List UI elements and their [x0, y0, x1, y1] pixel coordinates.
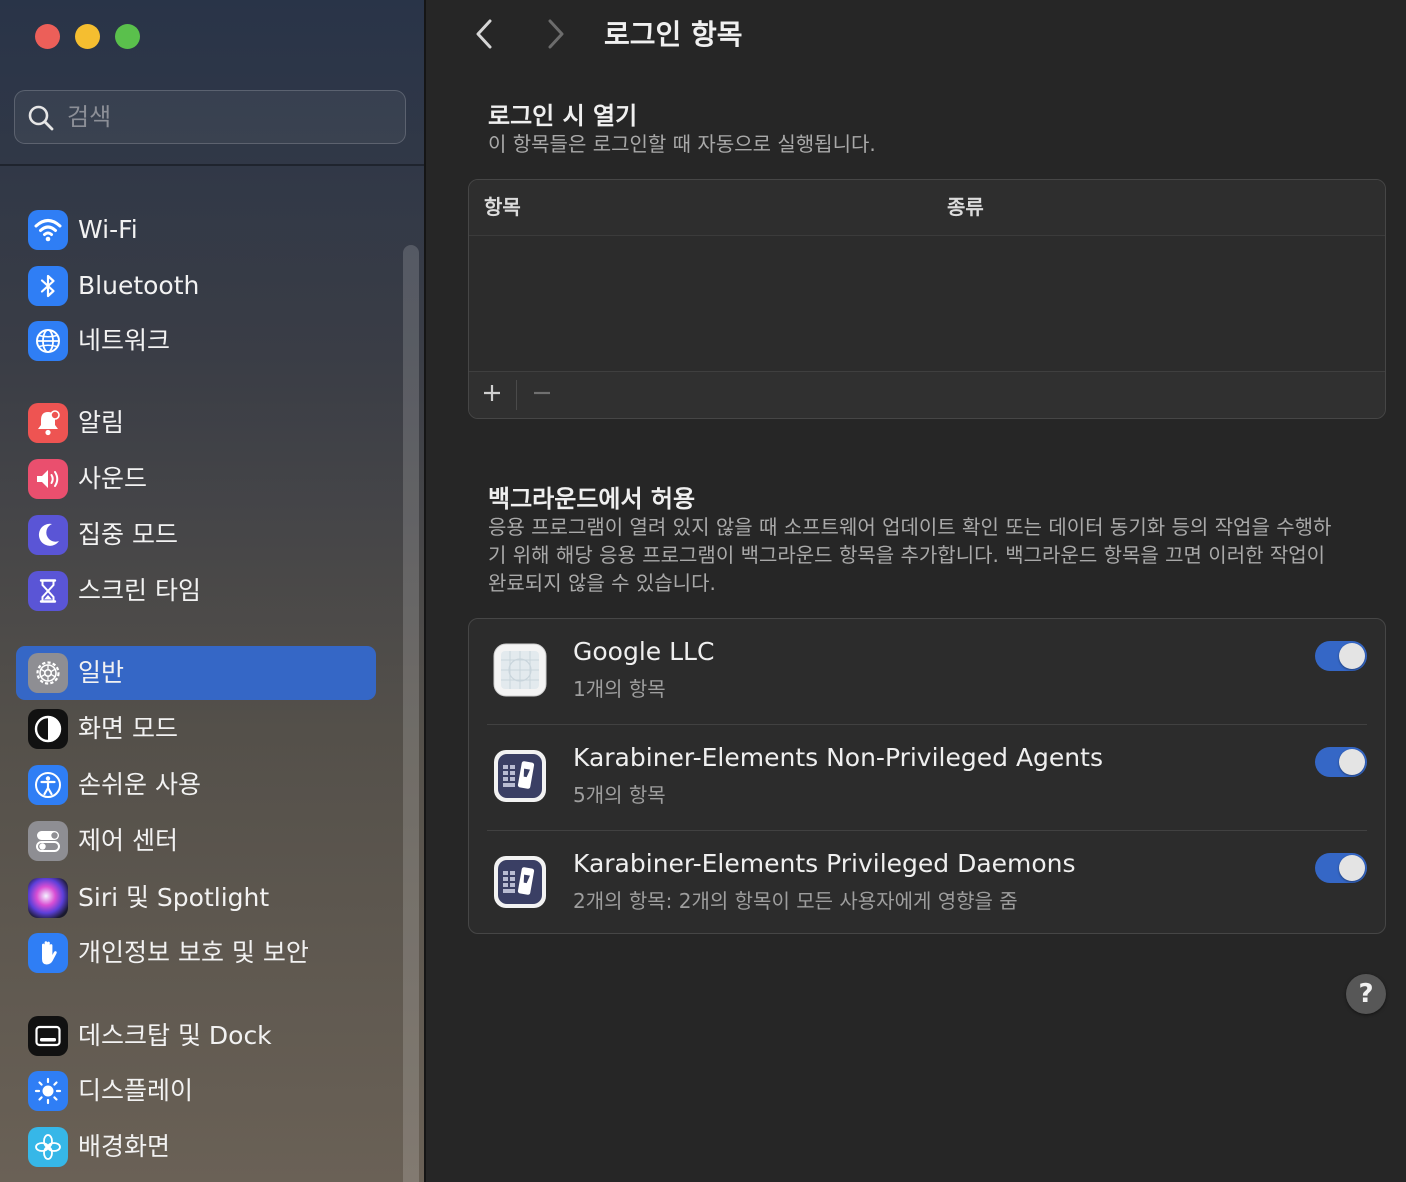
bell-icon: [28, 403, 68, 443]
sidebar-item-label: 디스플레이: [78, 1076, 194, 1105]
sidebar-item-label: 손쉬운 사용: [78, 770, 201, 799]
item-detail: 5개의 항목: [573, 783, 666, 807]
zoom-window-button[interactable]: [115, 24, 140, 49]
allow-background-toggle[interactable]: [1315, 853, 1367, 883]
background-items-list: Google LLC 1개의 항목 Karabiner-Elements Non…: [468, 618, 1386, 934]
sidebar-item-accessibility[interactable]: 손쉬운 사용: [16, 758, 376, 812]
globe-icon: [28, 321, 68, 361]
remove-item-button[interactable]: [519, 372, 565, 418]
sidebar-item-siri-spotlight[interactable]: Siri 및 Spotlight: [16, 871, 376, 925]
siri-icon: [28, 878, 68, 918]
sidebar-item-wallpaper[interactable]: 배경화면: [16, 1120, 376, 1174]
hand-icon: [28, 933, 68, 973]
speaker-icon: [28, 459, 68, 499]
login-section-description: 이 항목들은 로그인할 때 자동으로 실행됩니다.: [488, 132, 876, 156]
sidebar: Wi-Fi Bluetooth 네트워크 알림 사운드 집중 모드: [0, 0, 426, 1182]
login-section-title: 로그인 시 열기: [488, 102, 638, 130]
sidebar-item-label: 네트워크: [78, 326, 171, 355]
bluetooth-icon: [28, 266, 68, 306]
sidebar-item-label: 개인정보 보호 및 보안: [78, 938, 309, 967]
item-name: Karabiner-Elements Non-Privileged Agents: [573, 743, 1103, 772]
column-header-item[interactable]: 항목: [484, 180, 521, 235]
sidebar-item-displays[interactable]: 디스플레이: [16, 1064, 376, 1118]
forward-button[interactable]: [536, 16, 576, 56]
background-section-title: 백그라운드에서 허용: [488, 485, 696, 513]
sidebar-item-label: 사운드: [78, 464, 148, 493]
sidebar-item-label: 스크린 타임: [78, 576, 201, 605]
sidebar-scrollbar[interactable]: [403, 245, 419, 1182]
sidebar-item-sound[interactable]: 사운드: [16, 452, 376, 506]
minimize-window-button[interactable]: [75, 24, 100, 49]
accessibility-icon: [28, 765, 68, 805]
sidebar-item-label: 화면 모드: [78, 714, 178, 743]
sidebar-item-label: 집중 모드: [78, 520, 178, 549]
help-button[interactable]: ?: [1346, 974, 1386, 1014]
sidebar-item-label: Siri 및 Spotlight: [78, 883, 270, 912]
sidebar-divider: [0, 164, 424, 166]
sidebar-item-general[interactable]: 일반: [16, 646, 376, 700]
item-detail: 2개의 항목: 2개의 항목이 모든 사용자에게 영향을 줌: [573, 889, 1018, 913]
sidebar-item-screen-time[interactable]: 스크린 타임: [16, 564, 376, 618]
sidebar-item-network[interactable]: 네트워크: [16, 314, 376, 368]
toggle-knob: [1339, 749, 1365, 775]
search-field[interactable]: [14, 90, 406, 144]
sidebar-item-label: Bluetooth: [78, 271, 200, 300]
sidebar-item-desktop-dock[interactable]: 데스크탑 및 Dock: [16, 1009, 376, 1063]
table-header: 항목 종류: [469, 180, 1385, 236]
sidebar-item-notifications[interactable]: 알림: [16, 396, 376, 450]
plus-icon: [481, 382, 503, 408]
allow-background-toggle[interactable]: [1315, 747, 1367, 777]
toggle-knob: [1339, 855, 1365, 881]
karabiner-icon: [493, 749, 547, 803]
magnifying-glass-icon: [27, 104, 55, 136]
sun-icon: [28, 1071, 68, 1111]
sidebar-item-label: 일반: [78, 658, 125, 687]
item-name: Karabiner-Elements Privileged Daemons: [573, 849, 1076, 878]
wifi-icon: [28, 210, 68, 250]
sidebar-item-control-center[interactable]: 제어 센터: [16, 814, 376, 868]
background-section-description: 응용 프로그램이 열려 있지 않을 때 소프트웨어 업데이트 확인 또는 데이터…: [488, 515, 1332, 595]
page-title: 로그인 항목: [604, 18, 743, 51]
sidebar-item-label: 배경화면: [78, 1132, 171, 1161]
sidebar-item-appearance[interactable]: 화면 모드: [16, 702, 376, 756]
list-item: Karabiner-Elements Non-Privileged Agents…: [469, 725, 1385, 831]
list-item: Karabiner-Elements Privileged Daemons 2개…: [469, 831, 1385, 933]
sidebar-item-label: Wi-Fi: [78, 215, 138, 244]
sidebar-item-privacy-security[interactable]: 개인정보 보호 및 보안: [16, 926, 376, 980]
sidebar-item-label: 데스크탑 및 Dock: [78, 1021, 272, 1050]
item-detail: 1개의 항목: [573, 677, 666, 701]
gear-icon: [28, 653, 68, 693]
minus-icon: [531, 382, 553, 408]
column-header-kind[interactable]: 종류: [947, 180, 984, 235]
toggles-icon: [28, 821, 68, 861]
dock-icon: [28, 1016, 68, 1056]
item-name: Google LLC: [573, 637, 715, 666]
toggle-knob: [1339, 643, 1365, 669]
sidebar-item-bluetooth[interactable]: Bluetooth: [16, 259, 376, 313]
chevron-left-icon: [473, 18, 495, 54]
add-item-button[interactable]: [469, 372, 515, 418]
chevron-right-icon: [545, 18, 567, 54]
table-footer: [469, 371, 1385, 418]
sidebar-item-label: 알림: [78, 408, 125, 437]
moon-icon: [28, 515, 68, 555]
close-window-button[interactable]: [35, 24, 60, 49]
table-body: [469, 236, 1385, 372]
main-content: 로그인 항목 로그인 시 열기 이 항목들은 로그인할 때 자동으로 실행됩니다…: [428, 0, 1406, 1182]
sidebar-item-focus[interactable]: 집중 모드: [16, 508, 376, 562]
search-input[interactable]: [67, 100, 387, 134]
hourglass-icon: [28, 571, 68, 611]
flower-icon: [28, 1127, 68, 1167]
list-item: Google LLC 1개의 항목: [469, 619, 1385, 725]
karabiner-icon: [493, 855, 547, 909]
login-items-table: 항목 종류: [468, 179, 1386, 419]
allow-background-toggle[interactable]: [1315, 641, 1367, 671]
app-generic-icon: [493, 643, 547, 697]
footer-divider: [516, 380, 517, 410]
back-button[interactable]: [464, 16, 504, 56]
sidebar-item-label: 제어 센터: [78, 826, 178, 855]
sidebar-item-wifi[interactable]: Wi-Fi: [16, 203, 376, 257]
appearance-icon: [28, 709, 68, 749]
